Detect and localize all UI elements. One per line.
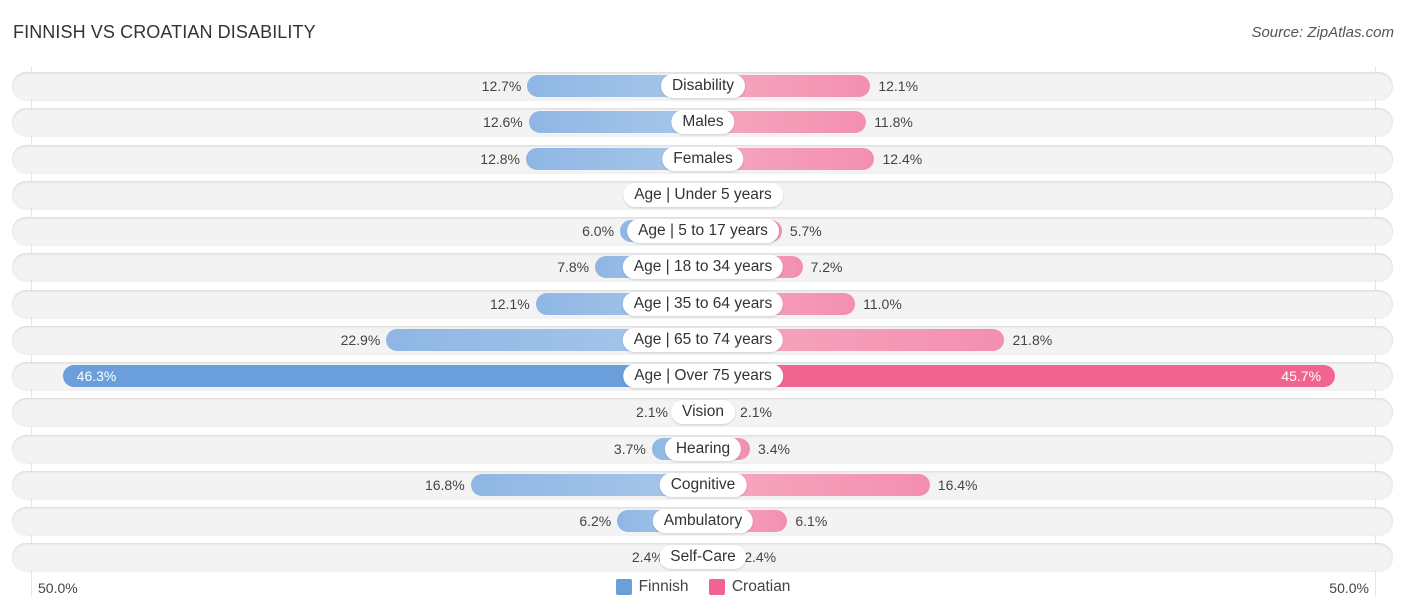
value-label-finnish-age-over-75-years: 46.3%: [76, 368, 117, 384]
diverging-bar-chart: 12.7% 12.1% Disability 12.6% 11.8% Males 12.8%…: [0, 0, 1406, 612]
legend-label-croatian: Croatian: [731, 578, 791, 595]
legend-swatch-croatian: [708, 579, 725, 595]
category-label-age-5-to-17-years: Age | 5 to 17 years: [627, 219, 779, 243]
value-label-croatian-age-65-to-74-years: 21.8%: [1012, 332, 1053, 348]
value-label-finnish-females: 12.8%: [480, 151, 520, 167]
value-label-croatian-ambulatory: 6.1%: [795, 513, 828, 529]
category-label-self-care: Self-Care: [659, 545, 747, 569]
value-label-finnish-vision: 2.1%: [636, 404, 668, 420]
value-label-finnish-cognitive: 16.8%: [424, 477, 465, 493]
value-label-finnish-age-65-to-74-years: 22.9%: [340, 332, 381, 348]
value-label-finnish-age-5-to-17-years: 6.0%: [582, 223, 615, 239]
value-label-croatian-cognitive: 16.4%: [937, 477, 978, 493]
value-label-croatian-vision: 2.1%: [740, 404, 772, 420]
legend: Finnish Croatian: [0, 578, 1406, 600]
category-label-age-under-5-years: Age | Under 5 years: [623, 183, 783, 207]
value-label-finnish-age-35-to-64-years: 12.1%: [489, 296, 530, 312]
category-label-age-65-to-74-years: Age | 65 to 74 years: [622, 328, 784, 352]
value-label-croatian-females: 12.4%: [882, 151, 923, 167]
value-label-croatian-self-care: 2.4%: [744, 549, 777, 565]
value-label-croatian-age-35-to-64-years: 11.0%: [863, 296, 902, 312]
value-label-croatian-age-over-75-years: 45.7%: [1281, 368, 1322, 384]
legend-swatch-finnish: [615, 579, 632, 595]
category-label-males: Males: [671, 110, 735, 134]
value-label-croatian-males: 11.8%: [874, 114, 913, 130]
legend-item-finnish[interactable]: Finnish: [615, 578, 689, 596]
value-label-croatian-age-18-to-34-years: 7.2%: [810, 259, 843, 275]
category-label-females: Females: [662, 147, 744, 171]
value-label-finnish-disability: 12.7%: [481, 78, 522, 94]
category-label-age-35-to-64-years: Age | 35 to 64 years: [622, 292, 784, 316]
category-label-vision: Vision: [671, 400, 735, 424]
value-label-finnish-ambulatory: 6.2%: [579, 513, 612, 529]
category-label-cognitive: Cognitive: [659, 473, 747, 497]
category-label-age-18-to-34-years: Age | 18 to 34 years: [622, 255, 784, 279]
category-label-hearing: Hearing: [664, 437, 742, 461]
legend-label-finnish: Finnish: [638, 578, 689, 595]
category-label-age-over-75-years: Age | Over 75 years: [623, 364, 783, 388]
value-label-finnish-males: 12.6%: [483, 114, 523, 130]
value-label-croatian-disability: 12.1%: [878, 78, 919, 94]
legend-item-croatian[interactable]: Croatian: [708, 578, 791, 596]
category-label-ambulatory: Ambulatory: [652, 509, 754, 533]
value-label-finnish-age-18-to-34-years: 7.8%: [557, 259, 590, 275]
value-label-croatian-hearing: 3.4%: [758, 441, 790, 457]
bar-finnish-age-over-75-years[interactable]: [62, 365, 703, 387]
bar-croatian-age-over-75-years[interactable]: [703, 365, 1336, 387]
value-label-croatian-age-5-to-17-years: 5.7%: [789, 223, 822, 239]
category-label-disability: Disability: [660, 74, 746, 98]
value-label-finnish-hearing: 3.7%: [613, 441, 646, 457]
